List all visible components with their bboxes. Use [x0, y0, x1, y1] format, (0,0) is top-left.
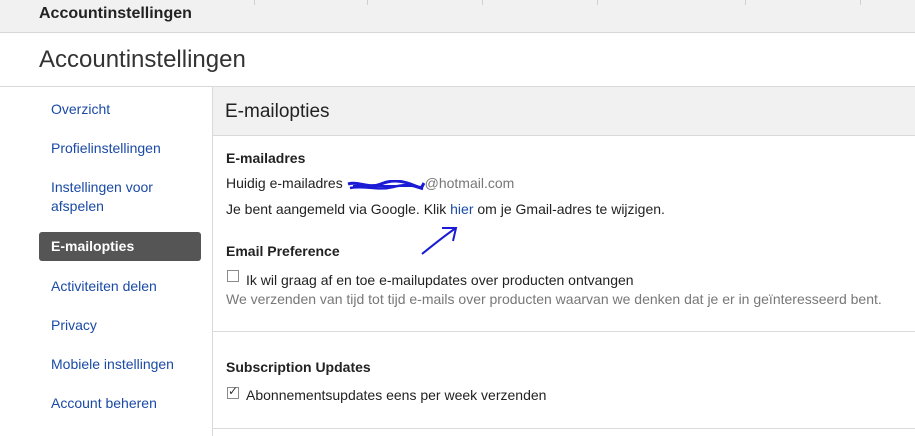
top-bar-divider [597, 0, 598, 5]
top-bar-divider [482, 0, 483, 5]
current-email-row: Huidig e-mailadres @hotmail.com [226, 175, 514, 191]
sidebar-item-account-beheren[interactable]: Account beheren [39, 390, 201, 417]
top-bar-divider [254, 0, 255, 5]
sidebar-item-e-mailopties[interactable]: E-mailopties [39, 232, 201, 261]
google-signin-row: Je bent aangemeld via Google. Klik hier … [226, 201, 665, 217]
sidebar-item-instellingen-voor-afspelen[interactable]: Instellingen voor afspelen [39, 174, 183, 220]
subscription-section-title: Subscription Updates [226, 359, 371, 375]
sidebar-item-profielinstellingen[interactable]: Profielinstellingen [39, 135, 201, 162]
email-section-title: E-mailadres [226, 150, 306, 166]
change-gmail-link[interactable]: hier [450, 201, 473, 217]
top-bar-title: Accountinstellingen [39, 5, 192, 22]
preference-section-title: Email Preference [226, 243, 340, 259]
top-bar-divider [367, 0, 368, 5]
product-updates-checkbox[interactable] [227, 270, 239, 282]
email-domain: @hotmail.com [424, 175, 515, 191]
sidebar-item-mobiele-instellingen[interactable]: Mobiele instellingen [39, 351, 201, 378]
redaction-scribble [347, 179, 425, 191]
sidebar-item-overzicht[interactable]: Overzicht [39, 96, 201, 123]
top-bar: Accountinstellingen [0, 0, 915, 33]
top-bar-divider [745, 0, 746, 5]
google-text-after: om je Gmail-adres te wijzigen. [477, 201, 665, 217]
sidebar-nav: Overzicht Profielinstellingen Instelling… [39, 96, 201, 429]
panel-title: E-mailopties [225, 101, 330, 122]
sidebar-item-activiteiten-delen[interactable]: Activiteiten delen [39, 273, 201, 300]
weekly-updates-checkbox[interactable] [227, 384, 239, 399]
google-text-before: Je bent aangemeld via Google. Klik [226, 201, 447, 217]
panel-header: E-mailopties [213, 87, 915, 136]
product-updates-label[interactable]: Ik wil graag af en toe e-mailupdates ove… [246, 272, 634, 288]
sidebar-divider [212, 87, 213, 436]
section-divider [213, 428, 915, 429]
top-bar-divider [860, 0, 861, 5]
page-title: Accountinstellingen [39, 46, 246, 73]
product-updates-note: We verzenden van tijd tot tijd e-mails o… [226, 291, 882, 307]
sidebar-item-privacy[interactable]: Privacy [39, 312, 201, 339]
annotation-arrow-icon [421, 227, 458, 255]
section-divider [213, 331, 915, 332]
weekly-updates-label[interactable]: Abonnementsupdates eens per week verzend… [246, 387, 546, 403]
current-email-label: Huidig e-mailadres [226, 175, 343, 191]
